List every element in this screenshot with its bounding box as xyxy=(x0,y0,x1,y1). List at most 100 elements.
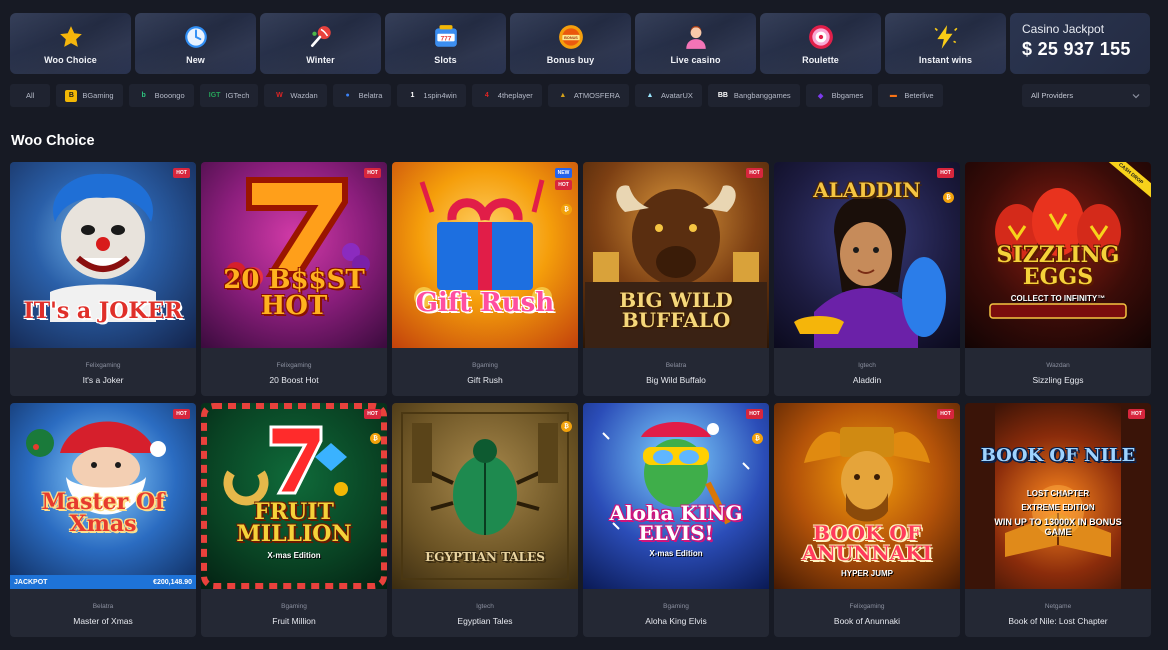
game-art-title: ALADDIN xyxy=(813,178,921,202)
game-name[interactable]: Book of Anunnaki xyxy=(774,616,960,626)
game-name[interactable]: Book of Nile: Lost Chapter xyxy=(965,616,1151,626)
provider-chip-1spin4win[interactable]: 1 1spin4win xyxy=(397,84,466,107)
game-art-subtitle: X-mas Edition xyxy=(267,551,321,560)
game-provider: Igtech xyxy=(476,603,494,610)
provider-logo-icon: ● xyxy=(345,92,350,99)
game-art-subtitle: EXTREME EDITION xyxy=(1021,503,1095,512)
game-provider: Bgaming xyxy=(663,603,689,610)
provider-chip-label: Bangbanggames xyxy=(733,91,791,100)
game-name[interactable]: Big Wild Buffalo xyxy=(583,375,769,385)
category-new[interactable]: New xyxy=(135,13,256,74)
provider-chip-bgaming[interactable]: B BGaming xyxy=(56,84,123,107)
category-instant-wins[interactable]: Instant wins xyxy=(885,13,1006,74)
game-card[interactable]: BIG WILD BUFFALO HOT Belatra Big Wild Buffa… xyxy=(583,162,769,396)
jackpot-strip: JACKPOT €200,148.90 xyxy=(10,575,196,589)
provider-chip-booongo[interactable]: b Booongo xyxy=(128,84,194,107)
category-woo-choice[interactable]: Woo Choice xyxy=(10,13,131,74)
dealer-icon xyxy=(682,23,710,51)
game-card[interactable]: Gift Rush NEW HOT ₿ Bgaming Gift Rush xyxy=(392,162,578,396)
provider-chip-4theplayer[interactable]: 4 4theplayer xyxy=(471,84,542,107)
game-provider: Felixgaming xyxy=(849,603,885,610)
game-provider: Igtech xyxy=(858,362,876,369)
game-thumbnail[interactable]: BIG WILD BUFFALO HOT xyxy=(583,162,769,348)
game-thumbnail[interactable]: ALADDIN HOT ₿ xyxy=(774,162,960,348)
jackpot-title: Casino Jackpot xyxy=(1022,22,1105,36)
game-name[interactable]: Aloha King Elvis xyxy=(583,616,769,626)
game-name[interactable]: 20 Boost Hot xyxy=(201,375,387,385)
provider-chip-bbgames[interactable]: ◆ Bbgames xyxy=(805,84,873,107)
category-bonus-buy[interactable]: BONUS Bonus buy xyxy=(510,13,631,74)
provider-chip-label: AvatarUX xyxy=(660,91,693,100)
new-badge: NEW xyxy=(555,168,572,178)
provider-chip-atmosfera[interactable]: ▲ ATMOSFERA xyxy=(547,84,629,107)
game-name[interactable]: Sizzling Eggs xyxy=(965,375,1151,385)
provider-chip-bangbanggames[interactable]: BB Bangbanggames xyxy=(707,84,800,107)
game-art-title: Master Of Xmas xyxy=(41,489,165,537)
game-thumbnail[interactable]: IT's a JOKER HOT xyxy=(10,162,196,348)
svg-text:777: 777 xyxy=(440,35,451,42)
game-name[interactable]: Egyptian Tales xyxy=(392,616,578,626)
provider-chip-label: BGaming xyxy=(82,91,114,100)
game-name[interactable]: It's a Joker xyxy=(10,375,196,385)
game-card[interactable]: ALADDIN HOT ₿ Igtech Aladdin xyxy=(774,162,960,396)
slot-machine-icon: 777 xyxy=(432,23,460,51)
category-slots[interactable]: 777 Slots xyxy=(385,13,506,74)
provider-chip-beterlive[interactable]: ▬ Beterlive xyxy=(878,84,943,107)
provider-logo-icon: ◆ xyxy=(817,92,824,100)
bonus-coin-icon: BONUS xyxy=(557,23,585,51)
hot-badge: HOT xyxy=(364,409,381,419)
game-thumbnail[interactable]: FRUIT MILLION X-mas Edition HOT ₿ xyxy=(201,403,387,589)
provider-chip-label: Wazdan xyxy=(290,91,318,100)
game-card[interactable]: BOOK OF NILE LOST CHAPTER EXTREME EDITION W… xyxy=(965,403,1151,637)
candy-icon xyxy=(307,23,335,51)
game-thumbnail[interactable]: 20 B$$ST HOT HOT xyxy=(201,162,387,348)
provider-chip-all[interactable]: All xyxy=(10,84,51,107)
game-thumbnail[interactable]: Gift Rush NEW HOT ₿ xyxy=(392,162,578,348)
provider-logo-icon: 4 xyxy=(484,92,489,99)
game-card[interactable]: BOOK OF ANUNNAKI HYPER JUMP HOT Felixgaming… xyxy=(774,403,960,637)
game-card[interactable]: Aloha KING ELVIS! X-mas Edition HOT ₿ Bgamin… xyxy=(583,403,769,637)
provider-chip-label: Bbgames xyxy=(831,91,864,100)
game-card[interactable]: Master Of Xmas HOT JACKPOT €200,148.90 Belat… xyxy=(10,403,196,637)
all-providers-value: All Providers xyxy=(1031,91,1074,100)
chevron-down-icon xyxy=(1132,93,1140,98)
game-card[interactable]: IT's a JOKER HOT Felixgaming It's a Joker xyxy=(10,162,196,396)
game-thumbnail[interactable]: EGYPTIAN TALES ₿ xyxy=(392,403,578,589)
game-name[interactable]: Gift Rush xyxy=(392,375,578,385)
provider-chip-belatra[interactable]: ● Belatra xyxy=(332,84,392,107)
hot-badge: HOT xyxy=(173,409,190,419)
provider-chip-label: 1spin4win xyxy=(423,91,457,100)
game-thumbnail[interactable]: BOOK OF NILE LOST CHAPTER EXTREME EDITION W… xyxy=(965,403,1151,589)
game-card[interactable]: FRUIT MILLION X-mas Edition HOT ₿ Bgaming Fru… xyxy=(201,403,387,637)
game-name[interactable]: Fruit Million xyxy=(201,616,387,626)
category-live-casino[interactable]: Live casino xyxy=(635,13,756,74)
game-thumbnail[interactable]: BOOK OF ANUNNAKI HYPER JUMP HOT xyxy=(774,403,960,589)
jackpot-amount: $ 25 937 155 xyxy=(1022,39,1131,59)
category-winter[interactable]: Winter xyxy=(260,13,381,74)
game-thumbnail[interactable]: Master Of Xmas HOT JACKPOT €200,148.90 xyxy=(10,403,196,589)
bitcoin-icon: ₿ xyxy=(561,204,572,215)
game-card[interactable]: SIZZLING EGGS COLLECT TO INFINITY™ CASH DR… xyxy=(965,162,1151,396)
game-provider: Netgame xyxy=(1044,603,1072,610)
game-art-title: IT's a JOKER xyxy=(23,298,183,324)
provider-chip-igtech[interactable]: IGT IGTech xyxy=(199,84,259,107)
provider-chip-avatarux[interactable]: ▲ AvatarUX xyxy=(634,84,702,107)
category-roulette[interactable]: Roulette xyxy=(760,13,881,74)
provider-logo-icon: BB xyxy=(717,92,728,99)
game-art-title: BOOK OF ANUNNAKI xyxy=(801,521,933,565)
game-art-subtitle: WIN UP TO 13000X IN BONUS GAME xyxy=(994,517,1122,537)
all-providers-select[interactable]: All Providers xyxy=(1022,84,1150,107)
bitcoin-icon: ₿ xyxy=(943,192,954,203)
game-thumbnail[interactable]: SIZZLING EGGS COLLECT TO INFINITY™ CASH DR… xyxy=(965,162,1151,348)
casino-jackpot[interactable]: Casino Jackpot $ 25 937 155 xyxy=(1010,13,1150,74)
provider-logo-icon: B xyxy=(65,89,78,102)
game-art-title: EGYPTIAN TALES xyxy=(425,550,545,564)
provider-chip-wazdan[interactable]: W Wazdan xyxy=(264,84,327,107)
svg-text:BONUS: BONUS xyxy=(564,36,578,40)
game-thumbnail[interactable]: Aloha KING ELVIS! X-mas Edition HOT ₿ xyxy=(583,403,769,589)
game-card[interactable]: EGYPTIAN TALES ₿ Igtech Egyptian Tales xyxy=(392,403,578,637)
game-card[interactable]: 20 B$$ST HOT HOT Felixgaming 20 Boost Hot xyxy=(201,162,387,396)
game-name[interactable]: Master of Xmas xyxy=(10,616,196,626)
provider-logo-icon: ▲ xyxy=(559,92,567,99)
game-name[interactable]: Aladdin xyxy=(774,375,960,385)
